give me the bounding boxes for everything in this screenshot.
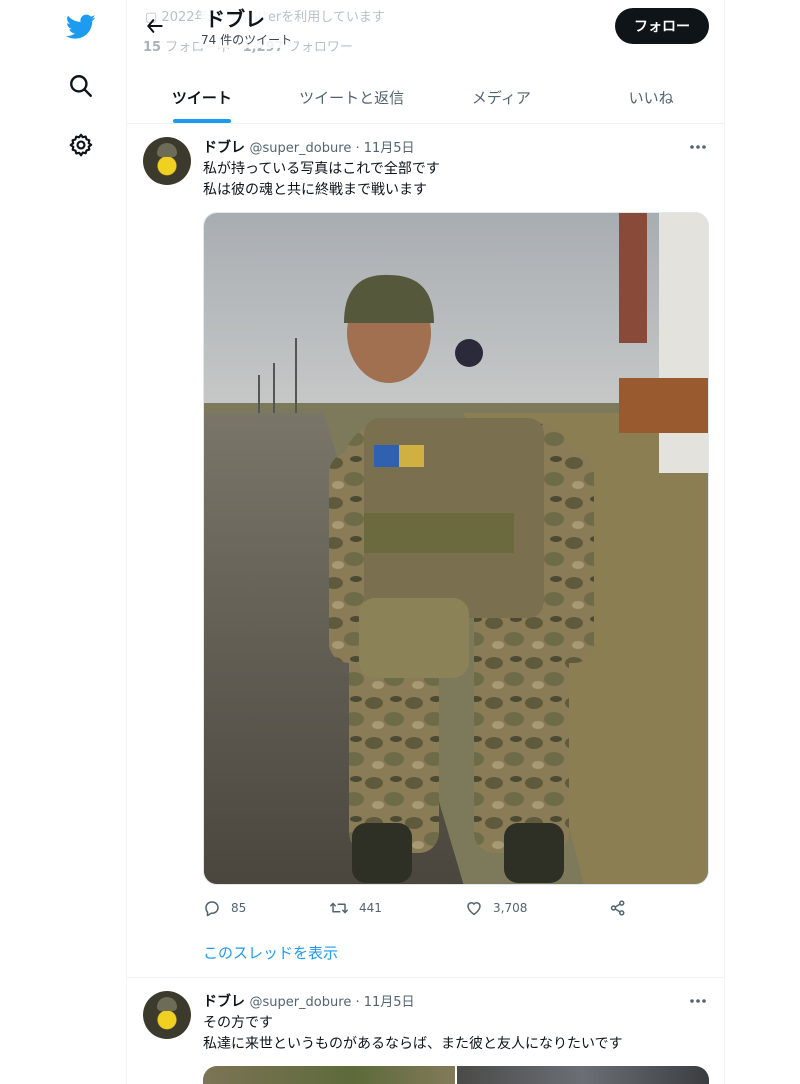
joined-date-text: 2022年 からTwitterを利用しています xyxy=(161,10,385,25)
tab-tweets-and-replies-label: ツイートと返信 xyxy=(299,89,405,107)
tweet-author-name[interactable]: ドブレ xyxy=(203,140,245,156)
share-button[interactable] xyxy=(609,895,637,921)
tweet-photo[interactable] xyxy=(203,1066,457,1084)
tab-likes-label: いいね xyxy=(628,89,674,107)
tweet-date[interactable]: 11月5日 xyxy=(364,141,415,156)
profile-header: ▢ 2022年 からTwitterを利用しています 15 フォロー中 1,297… xyxy=(127,0,724,60)
profile-tabs: ツイート ツイートと返信 メディア いいね xyxy=(127,72,724,124)
show-thread-link[interactable]: このスレッドを表示 xyxy=(203,942,338,963)
tweet-author-handle[interactable]: @super_dobure xyxy=(249,995,351,1010)
tab-media[interactable]: メディア xyxy=(427,72,577,123)
share-icon xyxy=(610,900,625,916)
active-tab-indicator xyxy=(172,119,231,123)
tweet-actions: 85 441 3,708 xyxy=(203,895,643,921)
back-arrow-icon[interactable] xyxy=(141,12,169,40)
twitter-bird-icon[interactable] xyxy=(64,10,98,44)
left-nav xyxy=(0,0,126,1084)
more-options-icon[interactable] xyxy=(683,137,713,157)
main-column: ▢ 2022年 からTwitterを利用しています 15 フォロー中 1,297… xyxy=(126,0,725,1084)
tweet-photo-grid[interactable] xyxy=(203,1066,709,1084)
tab-tweets[interactable]: ツイート xyxy=(127,72,277,123)
tweet-text-line: その方です xyxy=(203,1015,273,1031)
more-options-icon[interactable] xyxy=(683,991,713,1011)
avatar[interactable] xyxy=(143,991,191,1039)
avatar[interactable] xyxy=(143,137,191,185)
tweet-text-line: 私達に来世というものがあるならば、また彼と友人になりたいです xyxy=(203,1036,623,1052)
tweet[interactable]: ドブレ @super_dobure · 11月5日 その方です 私達に来世という… xyxy=(127,979,724,1084)
tweet-author-name[interactable]: ドブレ xyxy=(203,994,245,1010)
reply-icon xyxy=(205,901,219,917)
tweet-author-handle[interactable]: @super_dobure xyxy=(249,141,351,156)
followers-label[interactable]: フォロワー xyxy=(284,40,353,55)
separator-dot: · xyxy=(351,995,364,1010)
tab-media-label: メディア xyxy=(471,89,531,107)
tweet-text-line: 私が持っている写真はこれで全部です xyxy=(203,161,440,177)
tweet-text: その方です 私達に来世というものがあるならば、また彼と友人になりたいです xyxy=(203,1013,623,1055)
retweet-count: 441 xyxy=(359,901,382,915)
tweet-text: 私が持っている写真はこれで全部です 私は彼の魂と共に終戦まで戦います xyxy=(203,159,440,201)
like-button[interactable]: 3,708 xyxy=(465,895,527,921)
following-count[interactable]: 15 xyxy=(143,40,161,55)
tweet-header: ドブレ @super_dobure · 11月5日 xyxy=(203,991,415,1011)
tweet[interactable]: ドブレ @super_dobure · 11月5日 私が持っている写真はこれで全… xyxy=(127,125,724,978)
reply-button[interactable]: 85 xyxy=(203,895,246,921)
tweet-header: ドブレ @super_dobure · 11月5日 xyxy=(203,137,415,157)
tweet-photo[interactable] xyxy=(457,1066,709,1084)
tweet-count: 74 件のツイート xyxy=(199,31,295,48)
gear-icon[interactable] xyxy=(64,128,98,162)
retweet-button[interactable]: 441 xyxy=(329,895,382,921)
reply-count: 85 xyxy=(231,901,247,915)
tab-tweets-and-replies[interactable]: ツイートと返信 xyxy=(277,72,427,123)
retweet-icon xyxy=(330,902,348,914)
profile-name: ドブレ xyxy=(201,3,269,32)
tweet-text-line: 私は彼の魂と共に終戦まで戦います xyxy=(203,182,427,198)
follow-button[interactable]: フォロー xyxy=(615,8,709,44)
tab-tweets-label: ツイート xyxy=(171,89,232,107)
search-icon[interactable] xyxy=(64,69,98,103)
tweet-photo[interactable] xyxy=(203,212,709,885)
like-count: 3,708 xyxy=(493,901,528,915)
tweet-date[interactable]: 11月5日 xyxy=(364,995,415,1010)
separator-dot: · xyxy=(351,141,364,156)
heart-icon xyxy=(467,902,481,916)
tab-likes[interactable]: いいね xyxy=(576,72,724,123)
